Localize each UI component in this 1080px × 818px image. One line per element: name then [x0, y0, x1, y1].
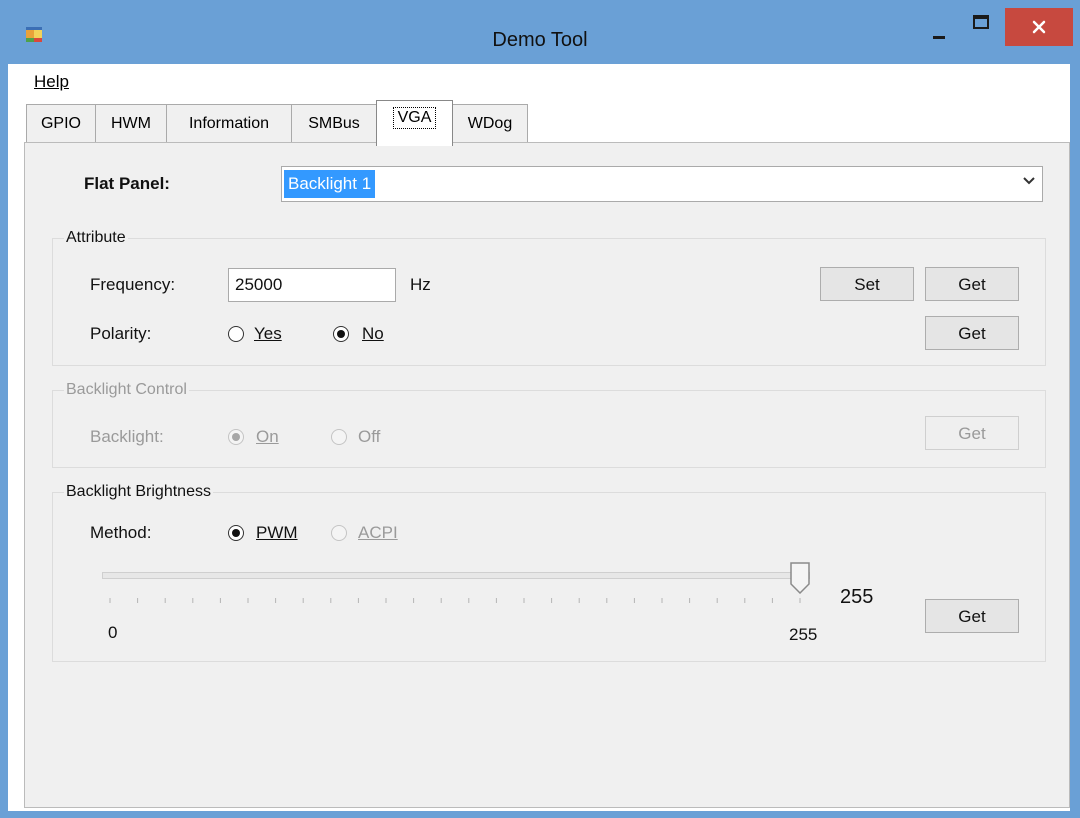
- polarity-no-text: No: [362, 324, 384, 343]
- tab-vga[interactable]: VGA: [376, 100, 453, 146]
- tab-information[interactable]: Information: [166, 104, 292, 142]
- get-brightness-button[interactable]: Get: [925, 599, 1019, 633]
- backlight-on-radio[interactable]: [228, 429, 244, 445]
- frequency-label: Frequency:: [90, 275, 176, 294]
- flat-panel-selected-value: Backlight 1: [284, 170, 376, 198]
- brightness-value-display: 255: [840, 586, 874, 608]
- slider-min-label: 0: [108, 623, 118, 642]
- polarity-yes-label[interactable]: Yes: [254, 323, 282, 345]
- menu-help[interactable]: Help: [34, 70, 69, 94]
- backlight-control-group: [52, 390, 1046, 468]
- get-polarity-button[interactable]: Get: [925, 316, 1019, 350]
- get-backlight-button[interactable]: Get: [925, 416, 1019, 450]
- tab-vga-label: VGA: [392, 107, 437, 129]
- brightness-slider-track[interactable]: [102, 572, 810, 579]
- method-acpi-radio[interactable]: [331, 525, 347, 541]
- chevron-down-icon[interactable]: [1022, 174, 1036, 188]
- app-window: Demo Tool Help GPIO HWM Information SMBu…: [0, 0, 1080, 818]
- tab-wdog[interactable]: WDog: [452, 104, 528, 142]
- backlight-off-label[interactable]: Off: [358, 426, 380, 448]
- get-frequency-button[interactable]: Get: [925, 267, 1019, 301]
- polarity-label: Polarity:: [90, 324, 152, 343]
- backlight-label: Backlight:: [90, 427, 164, 446]
- method-pwm-text: PWM: [256, 523, 298, 542]
- polarity-no-radio[interactable]: [333, 326, 349, 342]
- minimize-icon[interactable]: [920, 10, 960, 50]
- flat-panel-label: Flat Panel:: [84, 174, 170, 193]
- menu-bar: [8, 64, 1070, 102]
- tab-hwm[interactable]: HWM: [95, 104, 167, 142]
- frequency-input[interactable]: [228, 268, 396, 302]
- backlight-on-text: On: [256, 427, 279, 446]
- tab-smbus[interactable]: SMBus: [291, 104, 377, 142]
- flat-panel-select[interactable]: [281, 166, 1043, 202]
- close-button[interactable]: [1005, 8, 1073, 46]
- attribute-group: [52, 238, 1046, 366]
- backlight-on-label[interactable]: On: [256, 426, 279, 448]
- backlight-control-legend: Backlight Control: [64, 380, 189, 400]
- polarity-yes-text: Yes: [254, 324, 282, 343]
- backlight-off-radio[interactable]: [331, 429, 347, 445]
- menu-help-label: Help: [34, 72, 69, 91]
- method-acpi-text: ACPI: [358, 523, 398, 542]
- slider-max-label: 255: [789, 625, 818, 644]
- brightness-slider-ticks: [109, 598, 801, 603]
- brightness-slider-thumb[interactable]: [790, 562, 810, 594]
- close-icon: [1032, 20, 1046, 34]
- method-pwm-radio[interactable]: [228, 525, 244, 541]
- backlight-brightness-legend: Backlight Brightness: [64, 482, 213, 502]
- tab-gpio[interactable]: GPIO: [26, 104, 96, 142]
- maximize-icon[interactable]: [962, 8, 1002, 48]
- method-label: Method:: [90, 523, 152, 542]
- frequency-unit: Hz: [410, 275, 431, 294]
- set-frequency-button[interactable]: Set: [820, 267, 914, 301]
- polarity-no-label[interactable]: No: [362, 323, 384, 345]
- polarity-yes-radio[interactable]: [228, 326, 244, 342]
- attribute-legend: Attribute: [64, 228, 128, 248]
- method-acpi-label[interactable]: ACPI: [358, 522, 398, 544]
- method-pwm-label[interactable]: PWM: [256, 522, 298, 544]
